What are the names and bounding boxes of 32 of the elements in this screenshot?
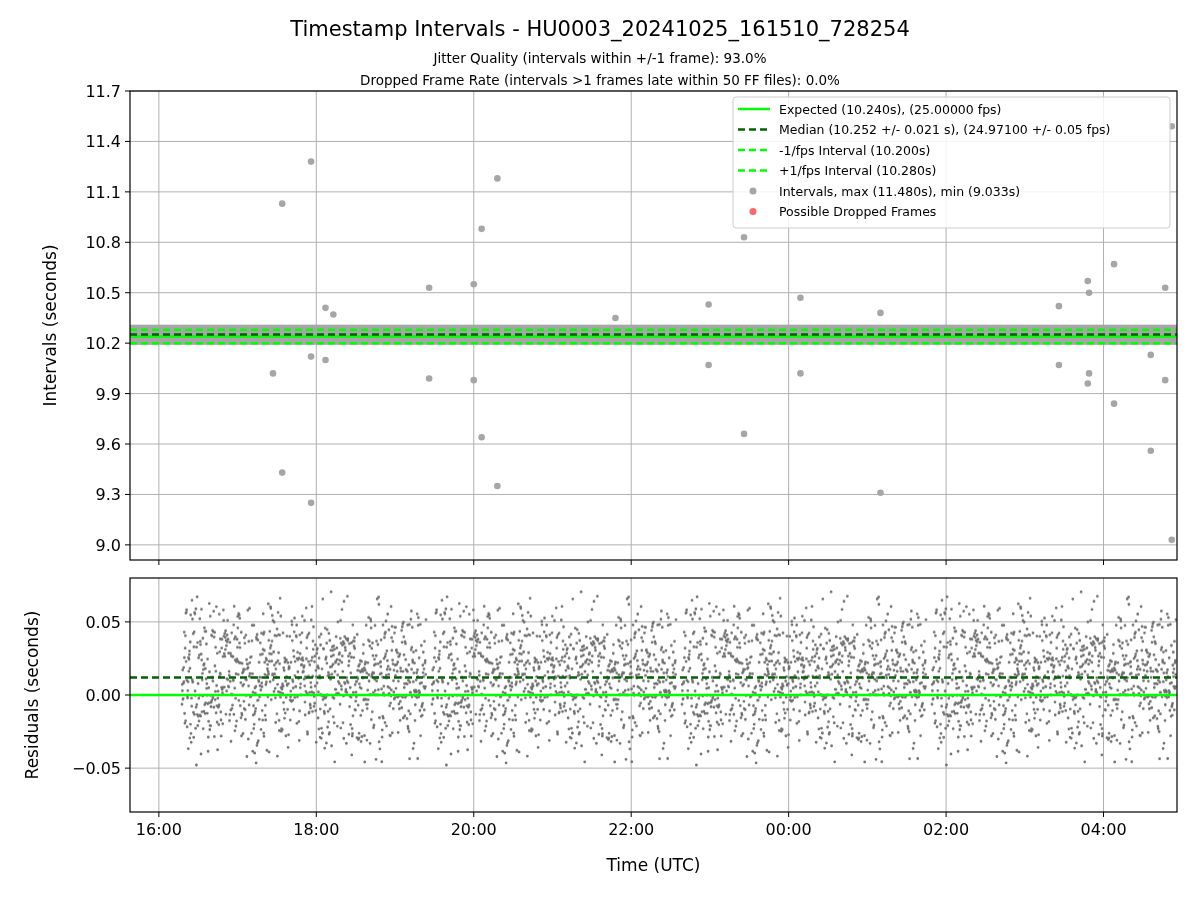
y-tick-label: 0.05	[85, 612, 121, 632]
x-tick-label: 18:00	[293, 820, 340, 839]
x-tick-label: 16:00	[135, 820, 182, 839]
x-axis-label: Time (UTC)	[606, 855, 701, 875]
y-tick-label: 9.3	[95, 485, 121, 505]
y-tick-label: 9.9	[95, 384, 121, 404]
y-tick-label: 9.0	[95, 535, 121, 555]
chart-subtitle: Jitter Quality (intervals within +/-1 frame): 93.0%	[433, 50, 767, 66]
y-tick-label: 10.5	[85, 283, 121, 303]
x-tick-label: 02:00	[923, 820, 970, 839]
y-tick-label: 9.6	[95, 435, 121, 454]
legend-label: -1/fps Interval (10.200s)	[779, 142, 931, 158]
legend-label: +1/fps Interval (10.280s)	[779, 163, 937, 178]
y-tick-label: 10.2	[85, 334, 121, 354]
chart-title: Timestamp Intervals - HU0003_20241025_161510_728254	[290, 17, 910, 41]
chart-subtitle: Dropped Frame Rate (intervals >1 frames late within 50 FF files): 0.0%	[360, 72, 840, 88]
y-tick-label: 0.00	[85, 686, 121, 705]
legend-label: Expected (10.240s), (25.00000 fps)	[779, 101, 1002, 117]
y-axis-label: Residuals (seconds)	[22, 610, 42, 780]
legend-label: Median (10.252 +/- 0.021 s), (24.97100 +/- 0.05 fps)	[779, 122, 1111, 137]
y-tick-label: 11.7	[85, 82, 121, 101]
legend-label: Intervals, max (11.480s), min (9.033s)	[779, 183, 1021, 199]
y-axis-label: Intervals (seconds)	[40, 244, 60, 407]
y-tick-label: 11.4	[85, 132, 121, 152]
x-tick-label: 22:00	[608, 820, 655, 839]
legend-label: Possible Dropped Frames	[779, 204, 937, 219]
x-tick-label: 04:00	[1080, 820, 1127, 839]
y-tick-label: 10.8	[85, 233, 121, 253]
x-tick-label: 20:00	[450, 820, 497, 839]
x-tick-label: 00:00	[765, 820, 812, 839]
y-tick-label: −0.05	[71, 759, 121, 779]
y-tick-label: 11.1	[85, 182, 121, 202]
